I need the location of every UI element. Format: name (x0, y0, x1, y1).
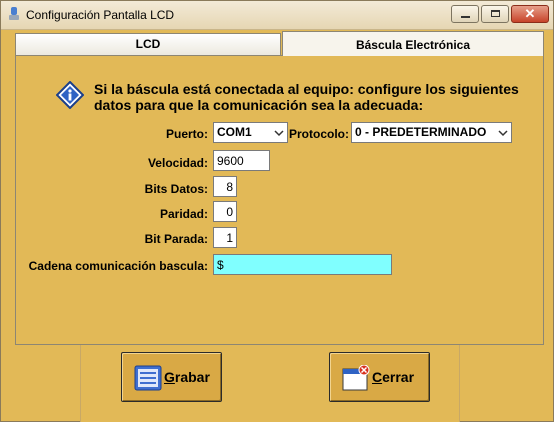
cerrar-label: Cerrar (372, 369, 415, 385)
window: Configuración Pantalla LCD ✕ LCD Báscula… (0, 0, 554, 422)
protocolo-select[interactable]: 0 - PREDETERMINADO (351, 122, 512, 143)
close-button[interactable]: ✕ (511, 5, 549, 23)
cerrar-button[interactable]: Cerrar (329, 352, 430, 402)
bit-parada-label: Bit Parada: (144, 232, 208, 246)
bits-datos-label: Bits Datos: (144, 182, 208, 196)
puerto-label: Puerto: (166, 127, 208, 141)
maximize-icon (491, 10, 500, 17)
maximize-button[interactable] (481, 5, 509, 23)
cadena-input[interactable] (213, 254, 392, 275)
title-bar[interactable]: Configuración Pantalla LCD ✕ (1, 1, 553, 30)
minimize-icon (461, 16, 470, 18)
velocidad-label: Velocidad: (147, 156, 208, 170)
close-window-icon (342, 365, 370, 391)
protocolo-label: Protocolo: (289, 127, 349, 141)
chevron-down-icon (274, 130, 284, 137)
tab-bascula-electronica[interactable]: Báscula Electrónica (282, 31, 544, 56)
info-diamond-icon (56, 81, 84, 109)
cadena-label: Cadena comunicación bascula: (28, 259, 208, 273)
window-title: Configuración Pantalla LCD (26, 8, 175, 22)
grabar-label: Grabar (164, 369, 210, 385)
velocidad-input[interactable] (213, 150, 270, 171)
chevron-down-icon (498, 130, 508, 137)
puerto-value: COM1 (217, 125, 252, 139)
grabar-button[interactable]: Grabar (121, 352, 222, 402)
puerto-select[interactable]: COM1 (213, 122, 288, 143)
close-icon: ✕ (524, 6, 536, 21)
minimize-button[interactable] (451, 5, 479, 23)
tab-lcd[interactable]: LCD (15, 33, 281, 55)
bits-datos-input[interactable] (213, 176, 237, 197)
bit-parada-input[interactable] (213, 227, 237, 248)
save-list-icon (134, 365, 162, 391)
info-message: Si la báscula está conectada al equipo: … (94, 81, 519, 113)
protocolo-value: 0 - PREDETERMINADO (355, 125, 487, 139)
paridad-label: Paridad: (159, 207, 208, 221)
app-icon (9, 7, 19, 20)
paridad-input[interactable] (213, 201, 237, 222)
